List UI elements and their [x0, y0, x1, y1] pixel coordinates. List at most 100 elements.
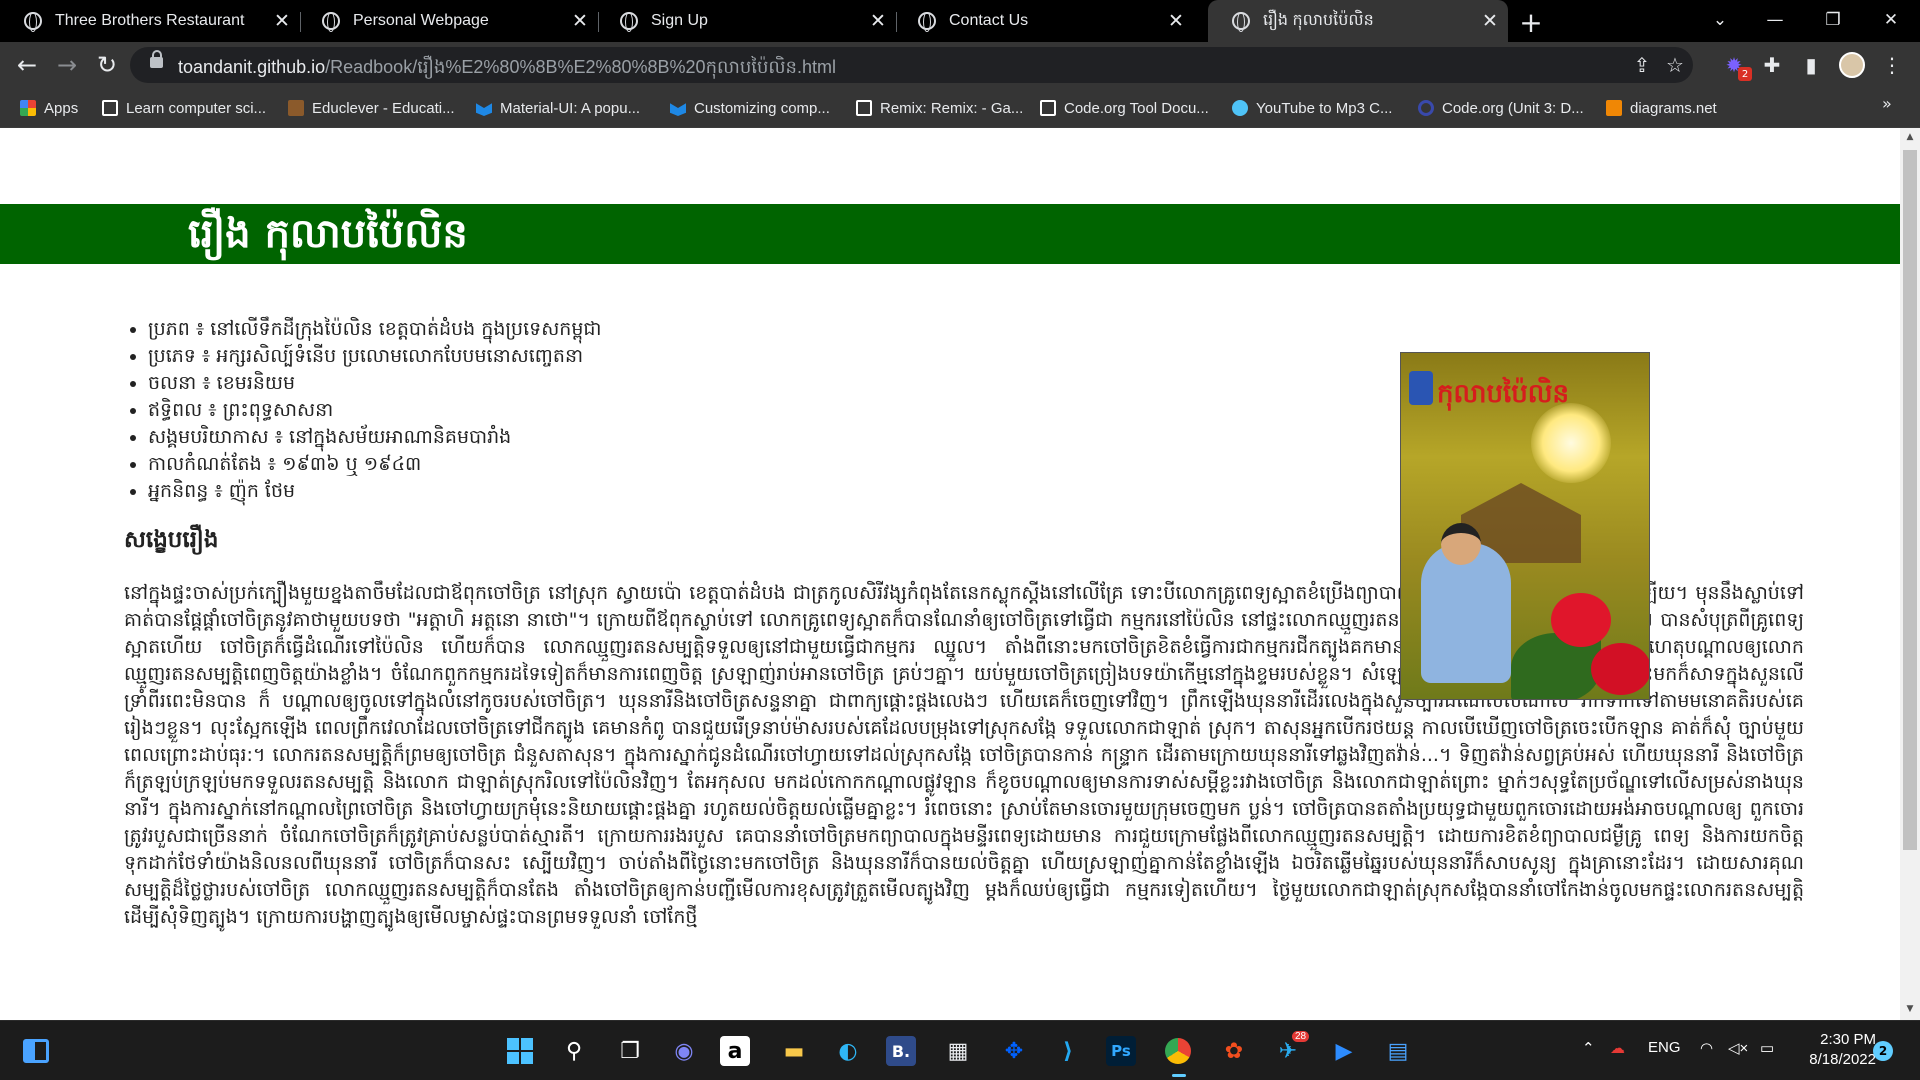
- notepad-icon[interactable]: ▤: [1380, 1033, 1416, 1069]
- clock-date: 8/18/2022: [1809, 1051, 1876, 1068]
- tab-search-icon[interactable]: ⌄: [1695, 0, 1745, 40]
- tab-kolab-pailin[interactable]: រឿង កុលាបប៉ៃលិន ✕: [1208, 0, 1508, 42]
- bookmark-label: Code.org (Unit 3: D...: [1442, 99, 1584, 117]
- volume-muted-icon[interactable]: ◁×: [1728, 1039, 1748, 1057]
- puzzle-extensions-icon[interactable]: ✚: [1760, 53, 1784, 77]
- share-icon[interactable]: ⇪: [1630, 53, 1654, 77]
- amazon-icon[interactable]: a: [720, 1036, 750, 1066]
- reload-icon[interactable]: ↻: [92, 50, 122, 80]
- close-icon[interactable]: ✕: [568, 9, 592, 33]
- tab-title: Three Brothers Restaurant: [55, 12, 245, 29]
- edge-icon[interactable]: ◐: [830, 1033, 866, 1069]
- globe-icon: [1232, 12, 1250, 32]
- language-indicator[interactable]: ENG: [1648, 1039, 1681, 1056]
- bookmarks-overflow-icon[interactable]: »: [1882, 94, 1892, 113]
- window-close-icon[interactable]: ✕: [1866, 0, 1916, 40]
- teams-chat-icon[interactable]: ◉: [666, 1033, 702, 1069]
- bookmark-remix[interactable]: Remix: Remix: - Ga...: [856, 98, 1023, 118]
- globe-icon: [24, 12, 42, 32]
- lock-icon[interactable]: [150, 50, 163, 68]
- info-item-date: កាលកំណត់តែង ៖ ១៩៣៦ ឬ ១៩៤៣: [148, 451, 602, 478]
- close-icon[interactable]: ✕: [866, 9, 890, 33]
- bookmark-label: diagrams.net: [1630, 99, 1717, 117]
- info-item-author: អ្នកនិពន្ធ ៖ ញ៉ុក ថែម: [148, 478, 602, 505]
- vscode-icon[interactable]: ⟩: [1050, 1033, 1086, 1069]
- menu-kebab-icon[interactable]: ⋮: [1880, 53, 1904, 77]
- tab-title: Sign Up: [651, 12, 708, 29]
- wifi-icon[interactable]: ◠: [1700, 1039, 1713, 1057]
- cover-rose: [1591, 643, 1649, 695]
- info-list: ប្រភព ៖ នៅលើទឹកដីក្រុងប៉ៃលិន ខេត្តបាត់ដំ…: [148, 316, 602, 505]
- minimize-icon[interactable]: —: [1750, 0, 1800, 40]
- cover-sun: [1531, 403, 1611, 483]
- cover-title: កុលាបប៉ៃលិន: [1437, 379, 1570, 409]
- close-icon[interactable]: ✕: [1478, 9, 1502, 33]
- figma-icon[interactable]: ✿: [1216, 1033, 1252, 1069]
- bookmark-star-icon[interactable]: ☆: [1663, 53, 1687, 77]
- book-cover-image: កុលាបប៉ៃលិន: [1400, 352, 1650, 700]
- tab-contact-us[interactable]: Contact Us ✕: [894, 0, 1194, 42]
- telegram-badge: 28: [1292, 1031, 1310, 1042]
- zoom-icon[interactable]: ▶: [1326, 1033, 1362, 1069]
- widgets-icon[interactable]: [18, 1033, 54, 1069]
- tray-network-warning-icon[interactable]: ☁: [1610, 1039, 1625, 1057]
- material-ui-icon: [476, 103, 492, 116]
- windows-start-icon[interactable]: [502, 1033, 538, 1069]
- tab-three-brothers[interactable]: Three Brothers Restaurant ✕: [0, 0, 301, 42]
- bookmark-youtube-mp3[interactable]: YouTube to Mp3 C...: [1232, 98, 1392, 118]
- bookmark-educlever[interactable]: Educlever - Educati...: [288, 98, 455, 118]
- code-org-icon: [856, 100, 872, 116]
- bookmark-apps[interactable]: Apps: [20, 98, 78, 118]
- diagrams-icon: [1606, 100, 1622, 116]
- profile-avatar[interactable]: [1839, 52, 1865, 78]
- bookmark-code-org-docs[interactable]: Code.org Tool Docu...: [1040, 98, 1209, 118]
- download-icon: [1232, 100, 1248, 116]
- close-icon[interactable]: ✕: [270, 9, 294, 33]
- photoshop-icon[interactable]: Ps: [1106, 1036, 1136, 1066]
- close-icon[interactable]: ✕: [1164, 9, 1188, 33]
- material-ui-icon: [670, 103, 686, 116]
- globe-icon: [918, 12, 936, 32]
- windows-taskbar: ⚲ ❐ ◉ a ▬ ◐ B. ▦ ✥ ⟩ Ps ✿ ✈ 28 ▶ ▤ ⌃ ☁ E…: [0, 1020, 1920, 1080]
- bookmark-diagrams[interactable]: diagrams.net: [1606, 98, 1717, 118]
- tab-title: រឿង កុលាបប៉ៃលិន: [1263, 12, 1374, 29]
- battery-icon[interactable]: ▭: [1760, 1039, 1774, 1057]
- address-bar[interactable]: toandanit.github.io/Readbook/រឿង%E2%80%8…: [130, 47, 1693, 83]
- browser-toolbar: ← → ↻ toandanit.github.io/Readbook/រឿង%E…: [0, 42, 1920, 88]
- side-panel-icon[interactable]: ▮: [1799, 53, 1823, 77]
- scroll-up-icon[interactable]: ▲: [1904, 132, 1916, 144]
- bookmark-label: Learn computer sci...: [126, 99, 267, 117]
- tray-chevron-icon[interactable]: ⌃: [1582, 1039, 1595, 1057]
- url-host: toandanit.github.io: [178, 57, 326, 77]
- tab-title: Contact Us: [949, 12, 1029, 29]
- store-icon[interactable]: ▦: [940, 1033, 976, 1069]
- notification-badge[interactable]: 2: [1873, 1041, 1893, 1061]
- restore-icon[interactable]: ❐: [1808, 0, 1858, 40]
- file-explorer-icon[interactable]: ▬: [776, 1033, 812, 1069]
- bookmark-learn-cs[interactable]: Learn computer sci...: [102, 98, 266, 118]
- page-scrollbar[interactable]: ▲ ▼: [1900, 128, 1920, 1020]
- info-item-movement: ចលនា ៖ ខេមរនិយម: [148, 370, 602, 397]
- search-q-icon: [1418, 100, 1434, 116]
- tab-sign-up[interactable]: Sign Up ✕: [596, 0, 897, 42]
- scrollbar-thumb[interactable]: [1903, 150, 1917, 850]
- forward-arrow-icon[interactable]: →: [52, 50, 82, 80]
- search-icon[interactable]: ⚲: [556, 1033, 592, 1069]
- extension-badge: 2: [1738, 67, 1752, 81]
- scroll-down-icon[interactable]: ▼: [1904, 1004, 1916, 1016]
- bookmark-customizing[interactable]: Customizing comp...: [670, 98, 830, 118]
- new-tab-button[interactable]: +: [1516, 6, 1546, 39]
- task-view-icon[interactable]: ❐: [612, 1033, 648, 1069]
- bookmark-material-ui[interactable]: Material-UI: A popu...: [476, 98, 640, 118]
- url-text[interactable]: toandanit.github.io/Readbook/រឿង%E2%80%8…: [178, 55, 836, 82]
- back-arrow-icon[interactable]: ←: [12, 50, 42, 80]
- tab-personal-webpage[interactable]: Personal Webpage ✕: [298, 0, 599, 42]
- chrome-icon[interactable]: [1160, 1033, 1196, 1077]
- apps-grid-icon: [20, 100, 36, 116]
- bold-b-app-icon[interactable]: B.: [886, 1036, 916, 1066]
- dropbox-icon[interactable]: ✥: [996, 1033, 1032, 1069]
- bookmark-code-org-unit3[interactable]: Code.org (Unit 3: D...: [1418, 98, 1584, 118]
- clock[interactable]: 2:30 PM 8/18/2022: [1798, 1030, 1876, 1070]
- code-org-icon: [102, 100, 118, 116]
- cover-emblem: [1409, 371, 1433, 405]
